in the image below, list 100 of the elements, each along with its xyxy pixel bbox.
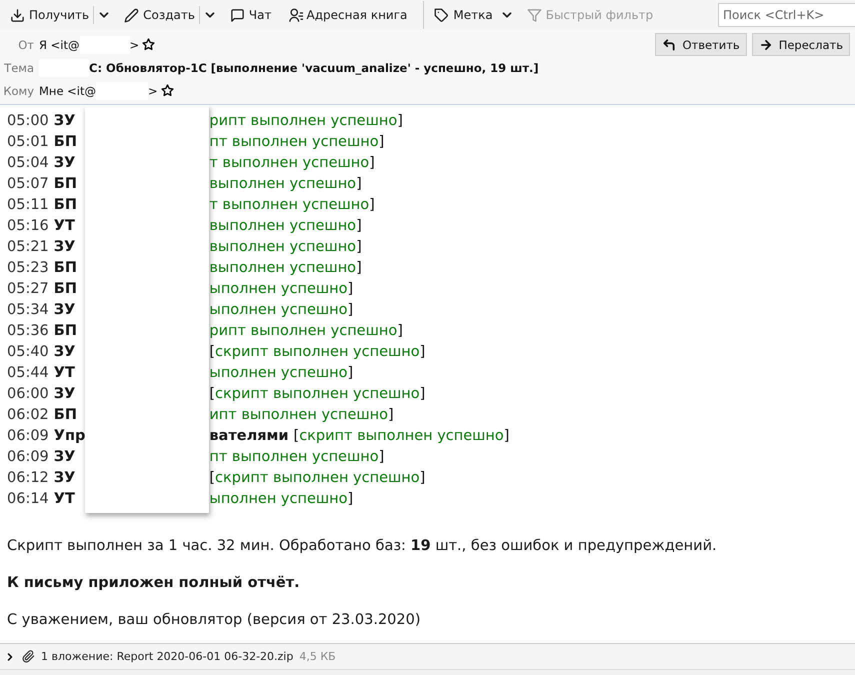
status-text: ыполнен успешно (209, 302, 348, 318)
status-text: ыполнен успешно (209, 364, 348, 380)
field-label: Тема (3, 60, 34, 74)
attachment-summary[interactable]: 1 вложение: Report 2020-06-01 06-32-20.zip (41, 650, 294, 663)
status-text: т выполнен успешно (209, 196, 370, 212)
bracket: [ (209, 344, 216, 360)
address-text: Мне <it@ (39, 84, 96, 98)
tag-icon (434, 8, 450, 22)
base-name: БП (54, 176, 77, 192)
bracket: ] (356, 218, 362, 234)
forward-button[interactable]: Переслать (752, 33, 850, 56)
star-icon (142, 38, 156, 51)
filter-icon (526, 8, 542, 22)
toolbar-button[interactable]: Адресная книга (284, 6, 412, 24)
base-name: вателями (209, 428, 289, 444)
status-text: выполнен успешно (209, 238, 356, 254)
base-name: УТ (54, 218, 75, 234)
log-time: 05:36 (7, 322, 49, 338)
message-paragraph: С уважением, ваш обновлятор (версия от 23.03.2020) (7, 612, 422, 628)
bracket: ] (397, 112, 403, 128)
status-text: пт выполнен успешно (209, 448, 379, 464)
log-time: 06:00 (7, 386, 49, 402)
base-name: УТ (54, 364, 75, 380)
toolbar-button[interactable]: Чат (226, 6, 276, 24)
bracket: [ (209, 470, 216, 486)
bracket: ] (378, 134, 384, 150)
base-name: БП (54, 406, 77, 422)
address-text: Я <it@ (39, 38, 80, 52)
log-time: 06:14 (7, 490, 49, 506)
bracket: ] (348, 364, 354, 380)
log-time: 05:23 (7, 260, 49, 276)
status-text: ыполнен успешно (209, 490, 348, 506)
toolbar-button[interactable]: Метка (430, 6, 497, 24)
status-text: скрипт выполнен успешно (299, 428, 504, 444)
bracket: ] (369, 154, 375, 170)
bracket: ] (388, 406, 394, 422)
reply-icon (662, 38, 676, 52)
log-time: 05:00 (7, 112, 49, 128)
bracket: ] (356, 260, 362, 276)
bracket: ] (348, 490, 354, 506)
bracket: ] (369, 196, 375, 212)
log-time: 06:02 (7, 406, 49, 422)
bracket: ] (348, 302, 354, 318)
toolbar-button[interactable]: Создать (120, 6, 199, 24)
paperclip-icon (22, 650, 35, 663)
log-time: 06:09 (7, 448, 49, 464)
bracket: ] (420, 386, 426, 402)
base-name: ЗУ (54, 154, 76, 170)
bracket: ] (348, 280, 354, 296)
field-label: От (17, 38, 34, 52)
base-name: ЗУ (54, 344, 76, 360)
subject-text: С: Обновлятор-1С [выполнение 'vacuum_analize' - успешно, 19 шт.] (89, 60, 539, 74)
status-text: рипт выполнен успешно (209, 112, 398, 128)
base-name: ЗУ (54, 302, 76, 318)
download-icon (10, 8, 25, 22)
status-text: выполнен успешно (209, 260, 356, 276)
status-text: ыполнен успешно (209, 280, 348, 296)
log-time: 06:12 (7, 470, 49, 486)
base-name: ЗУ (54, 470, 76, 486)
chat-icon (230, 8, 245, 22)
log-time: 05:07 (7, 176, 49, 192)
bracket: ] (356, 238, 362, 254)
address-text: > (148, 84, 158, 98)
base-name: ЗУ (54, 112, 76, 128)
log-time: 05:16 (7, 218, 49, 234)
bracket: ] (378, 448, 384, 464)
contact-icon (288, 8, 302, 22)
bracket: [ (209, 386, 216, 402)
status-text: скрипт выполнен успешно (215, 470, 420, 486)
base-name: БП (54, 280, 77, 296)
log-time: 05:27 (7, 280, 49, 296)
log-time: 05:04 (7, 154, 49, 170)
log-time: 06:09 (7, 428, 49, 444)
log-time: 05:40 (7, 344, 49, 360)
base-name: УТ (54, 490, 75, 506)
base-name: Упр (54, 428, 86, 444)
status-text: скрипт выполнен успешно (215, 386, 420, 402)
status-text: рипт выполнен успешно (209, 322, 398, 338)
base-name: БП (54, 322, 77, 338)
status-text: скрипт выполнен успешно (215, 344, 420, 360)
bracket: [ (294, 428, 300, 444)
message-paragraph: К письму приложен полный отчёт. (7, 575, 301, 591)
log-time: 05:34 (7, 302, 49, 318)
status-text: ипт выполнен успешно (209, 406, 388, 422)
bracket: ] (420, 470, 426, 486)
star-icon (160, 84, 174, 97)
status-text: выполнен успешно (209, 218, 356, 234)
status-text: выполнен успешно (209, 176, 356, 192)
base-name: ЗУ (54, 238, 76, 254)
toolbar-button[interactable]: Получить (6, 6, 94, 24)
reply-button[interactable]: Ответить (655, 33, 747, 56)
bracket: ] (397, 322, 403, 338)
status-text: пт выполнен успешно (209, 134, 379, 150)
base-name: БП (54, 134, 77, 150)
log-time: 05:01 (7, 134, 49, 150)
search-field[interactable]: Поиск <Ctrl+K> (718, 3, 855, 27)
log-time: 05:21 (7, 238, 49, 254)
base-name: БП (54, 260, 77, 276)
bracket: ] (356, 176, 362, 192)
address-text: > (130, 38, 140, 52)
